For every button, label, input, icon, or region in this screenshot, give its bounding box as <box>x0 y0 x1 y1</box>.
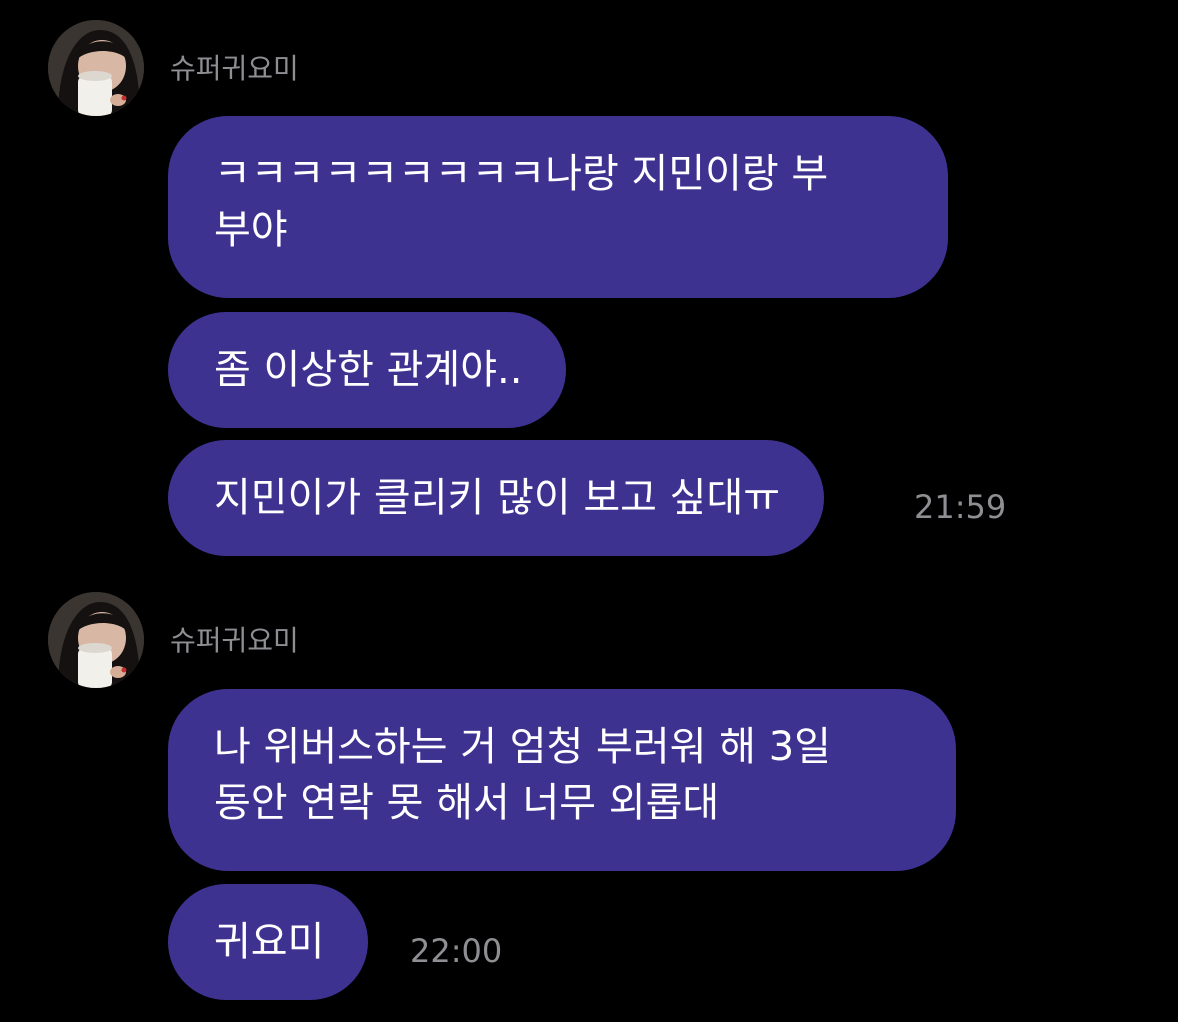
message-timestamp: 21:59 <box>914 488 1007 526</box>
profile-photo-icon <box>48 592 144 688</box>
sender-name: 슈퍼귀요미 <box>170 624 299 657</box>
message-text: 귀요미 <box>214 919 325 965</box>
message-text: 좀 이상한 관계야.. <box>214 347 523 393</box>
message-timestamp: 22:00 <box>410 932 503 970</box>
message-text-line: 동안 연락 못 해서 너무 외롭대 <box>214 780 720 826</box>
message-bubble[interactable]: 지민이가 클리키 많이 보고 싶대ㅠ <box>168 440 825 556</box>
message-bubble[interactable]: ㅋㅋㅋㅋㅋㅋㅋㅋㅋ나랑 지민이랑 부 부야 <box>168 116 948 298</box>
profile-photo-icon <box>48 20 144 116</box>
message-text-line: 나 위버스하는 거 엄청 부러워 해 3일 <box>214 724 831 770</box>
message-text-line: 부야 <box>214 207 288 253</box>
message-text: 지민이가 클리키 많이 보고 싶대ㅠ <box>214 475 781 521</box>
sender-name: 슈퍼귀요미 <box>170 52 299 85</box>
message-bubble[interactable]: 귀요미 <box>168 884 369 1000</box>
message-text-line: ㅋㅋㅋㅋㅋㅋㅋㅋㅋ나랑 지민이랑 부 <box>214 151 829 197</box>
message-bubble[interactable]: 좀 이상한 관계야.. <box>168 312 567 428</box>
sender-avatar[interactable] <box>48 20 144 116</box>
message-bubble[interactable]: 나 위버스하는 거 엄청 부러워 해 3일 동안 연락 못 해서 너무 외롭대 <box>168 689 956 871</box>
sender-avatar[interactable] <box>48 592 144 688</box>
